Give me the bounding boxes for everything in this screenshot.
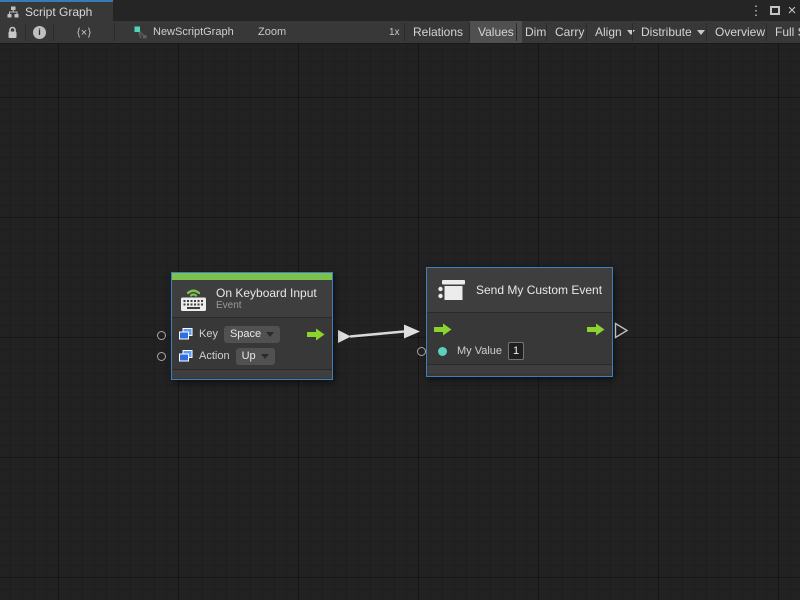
enum-icon <box>179 350 193 362</box>
chevron-down-icon <box>697 30 705 35</box>
angle-brackets-icon: ⟨×⟩ <box>76 26 91 39</box>
script-graph-window: Script Graph ⋮ × i ⟨×⟩ <box>0 0 800 600</box>
relations-button[interactable]: Relations <box>405 21 471 43</box>
enum-icon <box>179 328 193 340</box>
keyboard-event-icon <box>180 286 207 312</box>
graph-canvas[interactable] <box>0 44 800 600</box>
node-subtitle: Event <box>216 300 317 312</box>
chevron-down-icon <box>266 332 274 337</box>
close-icon[interactable]: × <box>784 0 800 21</box>
node-footer <box>427 364 612 373</box>
tab-title: Script Graph <box>25 5 92 19</box>
info-button[interactable]: i <box>26 21 53 43</box>
info-icon: i <box>33 26 46 39</box>
event-color-bar <box>172 273 332 280</box>
port-row-action: Action Up <box>172 345 332 367</box>
node-send-my-custom-event[interactable]: Send My Custom Event My Value 1 <box>426 267 613 377</box>
port-label-action: Action <box>199 350 230 362</box>
edit-graph-button[interactable]: ⟨×⟩ <box>54 21 114 43</box>
value-port-dot-icon[interactable] <box>438 347 447 356</box>
port-row-my-value: My Value 1 <box>427 340 612 362</box>
node-title: On Keyboard Input <box>216 286 317 300</box>
maximize-icon[interactable] <box>766 0 784 21</box>
port-label-my-value: My Value <box>457 345 502 357</box>
values-button[interactable]: Values <box>470 21 522 43</box>
flow-output-port[interactable] <box>614 322 629 339</box>
node-title: Send My Custom Event <box>476 283 602 297</box>
flow-output-arrow-icon[interactable] <box>307 328 325 346</box>
tab-script-graph[interactable]: Script Graph <box>0 0 113 21</box>
port-label-key: Key <box>199 328 218 340</box>
flow-output-arrow-icon[interactable] <box>587 323 605 341</box>
graph-name-item[interactable]: NewScriptGraph <box>134 21 234 43</box>
tab-bar: Script Graph ⋮ × <box>0 0 800 21</box>
zoom-label: Zoom <box>258 21 286 43</box>
zoom-value: 1x <box>389 21 400 43</box>
action-input-port[interactable] <box>157 352 166 361</box>
distribute-button[interactable]: Distribute <box>633 21 713 43</box>
my-value-input[interactable]: 1 <box>508 342 524 360</box>
my-value-input-port[interactable] <box>417 347 426 356</box>
fullscreen-button[interactable]: Full Screen <box>767 21 800 43</box>
key-dropdown[interactable]: Space <box>224 326 280 343</box>
node-body: My Value 1 <box>427 313 612 364</box>
node-on-keyboard-input[interactable]: On Keyboard Input Event Key Space <box>171 272 333 380</box>
lock-icon <box>7 26 18 39</box>
key-input-port[interactable] <box>157 331 166 340</box>
lock-button[interactable] <box>0 21 25 43</box>
graph-asset-icon <box>134 26 147 39</box>
node-header: Send My Custom Event <box>427 268 612 313</box>
flow-input-arrow-icon[interactable] <box>434 323 452 336</box>
graph-name-label: NewScriptGraph <box>153 26 234 38</box>
overview-button[interactable]: Overview <box>707 21 773 43</box>
port-row-key: Key Space <box>172 323 332 345</box>
graph-toolbar: i ⟨×⟩ NewScriptGraph Zoom 1x Relations V… <box>0 21 800 44</box>
node-body: Key Space Action Up <box>172 318 332 369</box>
node-header: On Keyboard Input Event <box>172 280 332 318</box>
node-footer <box>172 369 332 378</box>
flow-row <box>427 318 612 340</box>
action-dropdown[interactable]: Up <box>236 348 275 365</box>
window-menu-icon[interactable]: ⋮ <box>748 0 764 21</box>
chevron-down-icon <box>261 354 269 359</box>
custom-event-icon <box>437 277 467 304</box>
hierarchy-icon <box>7 6 19 18</box>
